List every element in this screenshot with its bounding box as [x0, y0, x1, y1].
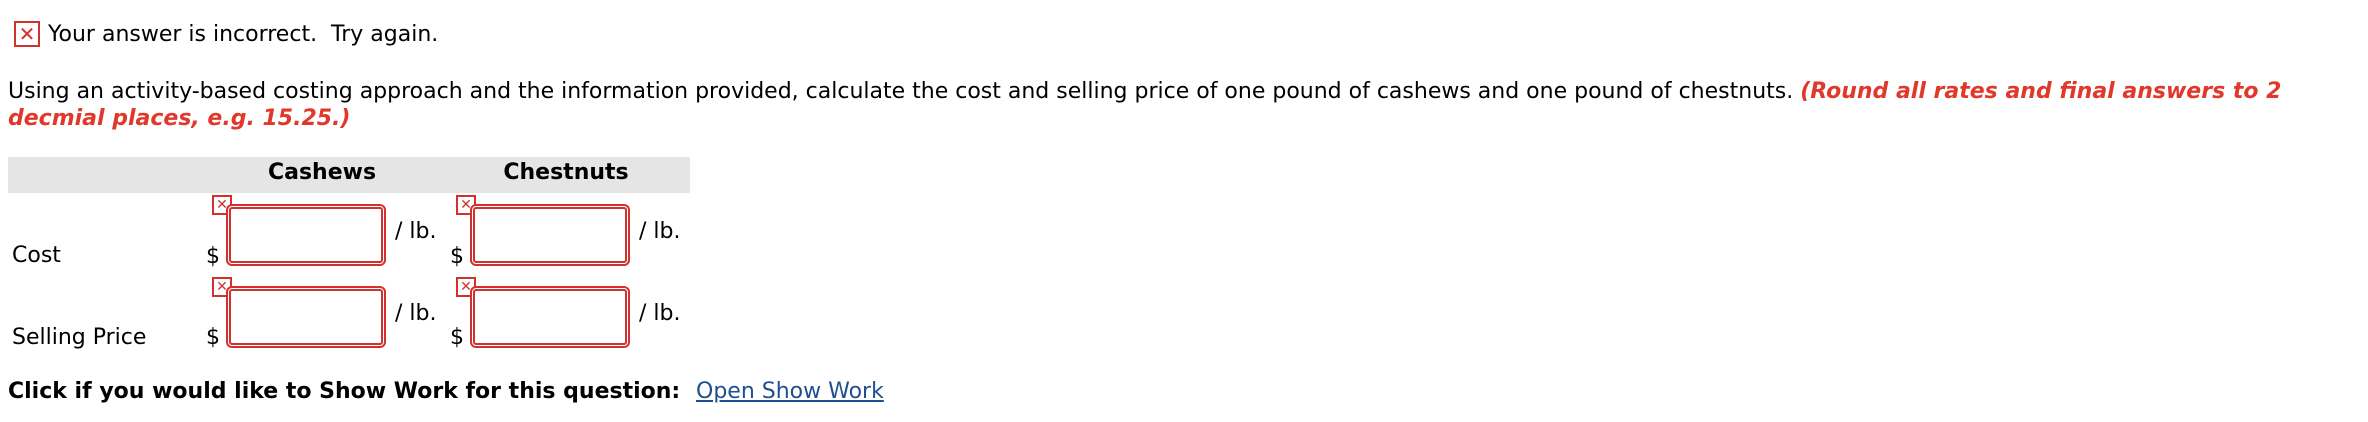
- currency-symbol: $: [450, 325, 464, 350]
- row-label-cost: Cost: [12, 243, 61, 268]
- column-header-chestnuts: Chestnuts: [503, 160, 629, 185]
- currency-symbol: $: [450, 244, 464, 269]
- unit-label: / lb.: [639, 219, 681, 244]
- feedback-message: ✕ Your answer is incorrect. Try again.: [14, 18, 438, 50]
- column-header-cashews: Cashews: [267, 160, 377, 185]
- show-work-prompt: Click if you would like to Show Work for…: [8, 379, 681, 404]
- feedback-text: Your answer is incorrect. Try again.: [48, 21, 439, 47]
- cost-chestnuts-field[interactable]: [470, 204, 630, 266]
- open-show-work-link[interactable]: Open Show Work: [696, 379, 884, 404]
- currency-symbol: $: [206, 244, 220, 269]
- row-label-selling-price: Selling Price: [12, 325, 147, 350]
- incorrect-x-icon: ✕: [14, 21, 40, 47]
- unit-label: / lb.: [395, 301, 437, 326]
- unit-label: / lb.: [395, 219, 437, 244]
- currency-symbol: $: [206, 325, 220, 350]
- question-body: Using an activity-based costing approach…: [8, 79, 1801, 104]
- unit-label: / lb.: [639, 301, 681, 326]
- cost-chestnuts-input[interactable]: [483, 209, 617, 261]
- selling-price-cashews-input[interactable]: [239, 291, 373, 343]
- selling-price-chestnuts-input[interactable]: [483, 291, 617, 343]
- selling-price-chestnuts-field[interactable]: [470, 286, 630, 348]
- question-text: Using an activity-based costing approach…: [8, 78, 2353, 132]
- cost-cashews-field[interactable]: [226, 204, 386, 266]
- selling-price-cashews-field[interactable]: [226, 286, 386, 348]
- cost-cashews-input[interactable]: [239, 209, 373, 261]
